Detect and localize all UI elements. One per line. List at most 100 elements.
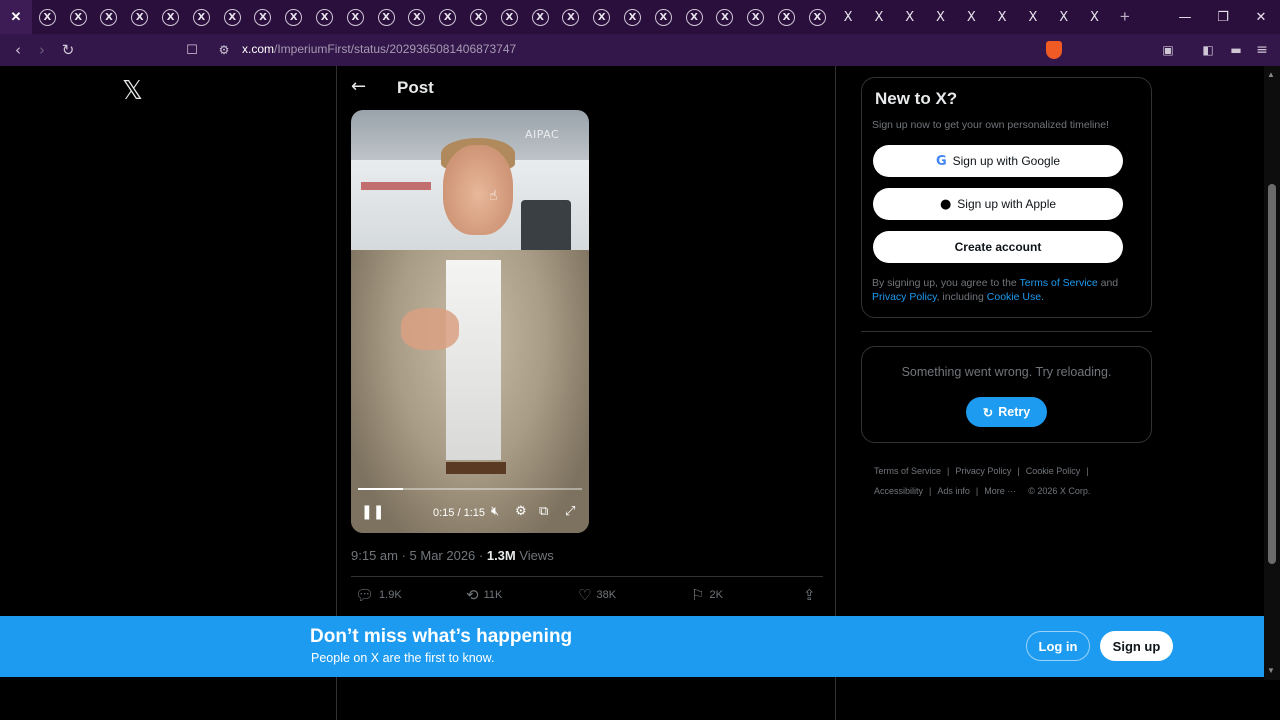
browser-tab[interactable]: X: [186, 0, 217, 34]
footer-ads-link[interactable]: Ads info: [937, 486, 970, 496]
close-window-button[interactable]: ✕: [1242, 0, 1280, 34]
maximize-button[interactable]: ❐: [1204, 0, 1242, 34]
browser-tab[interactable]: X: [771, 0, 802, 34]
scroll-up-icon[interactable]: ▲: [1267, 70, 1275, 79]
browser-tab[interactable]: X: [1048, 0, 1079, 34]
browser-tab[interactable]: X: [586, 0, 617, 34]
media-icon[interactable]: ▣: [1156, 34, 1180, 66]
video-player[interactable]: AIPAC ☝ ❚❚ 0:15 / 1:15 🔇︎ ⚙ ⧉ ⤢: [351, 110, 589, 533]
wallet-icon[interactable]: ▬: [1224, 34, 1248, 66]
active-tab[interactable]: ✕: [0, 0, 32, 34]
reply-button[interactable]: 💬︎ 1.9K: [355, 586, 402, 604]
browser-tab[interactable]: X: [648, 0, 679, 34]
address-bar[interactable]: x.com/ImperiumFirst/status/2029365081406…: [242, 42, 516, 56]
login-button[interactable]: Log in: [1026, 631, 1090, 661]
browser-tab[interactable]: X: [1018, 0, 1049, 34]
create-account-label: Create account: [954, 240, 1042, 254]
close-icon[interactable]: ✕: [11, 9, 22, 25]
browser-tab[interactable]: X: [309, 0, 340, 34]
browser-tab[interactable]: X: [556, 0, 587, 34]
footer-terms-link[interactable]: Terms of Service: [874, 466, 941, 476]
browser-tab[interactable]: X: [32, 0, 63, 34]
settings-icon[interactable]: ⚙: [515, 504, 527, 519]
video-controls: ❚❚ 0:15 / 1:15 🔇︎ ⚙ ⧉ ⤢: [351, 502, 589, 526]
signup-google-button[interactable]: G Sign up with Google: [873, 145, 1123, 177]
post-actions: 💬︎ 1.9K ⟲ 11K ♡ 38K ⚐ 2K ⇪: [351, 586, 823, 608]
privacy-link[interactable]: Privacy Policy: [872, 291, 937, 303]
footer-cookie-link[interactable]: Cookie Policy: [1026, 466, 1081, 476]
bookmark-icon[interactable]: ☐: [180, 34, 204, 66]
footer-accessibility-link[interactable]: Accessibility: [874, 486, 923, 496]
browser-tab[interactable]: X: [217, 0, 248, 34]
share-button[interactable]: ⇪: [803, 586, 816, 604]
picture-in-picture-icon[interactable]: ⧉: [539, 504, 548, 519]
browser-tab[interactable]: X: [679, 0, 710, 34]
x-logo-icon[interactable]: 𝕏: [122, 76, 143, 106]
repost-button[interactable]: ⟲ 11K: [466, 586, 502, 604]
minimize-button[interactable]: —: [1166, 0, 1204, 34]
video-progress-bar[interactable]: [358, 488, 582, 490]
browser-tab[interactable]: X: [94, 0, 125, 34]
cookie-link[interactable]: Cookie Use.: [987, 291, 1044, 303]
signup-apple-button[interactable]: ● Sign up with Apple: [873, 188, 1123, 220]
site-info-icon[interactable]: ⚙: [212, 34, 236, 66]
create-account-button[interactable]: Create account: [873, 231, 1123, 263]
browser-tab[interactable]: X: [1079, 0, 1110, 34]
browser-tab[interactable]: X: [371, 0, 402, 34]
x-favicon-icon: X: [470, 8, 488, 26]
browser-tab[interactable]: X: [740, 0, 771, 34]
retry-button[interactable]: ↻ Retry: [966, 397, 1047, 427]
scroll-down-icon[interactable]: ▼: [1267, 666, 1275, 675]
fullscreen-icon[interactable]: ⤢: [565, 504, 575, 519]
legal-and: and: [1097, 277, 1119, 289]
back-arrow-icon[interactable]: ‹: [6, 34, 30, 66]
footer-privacy-link[interactable]: Privacy Policy: [955, 466, 1011, 476]
post-timestamp[interactable]: 9:15 am · 5 Mar 2026 ·: [351, 548, 487, 563]
browser-tab[interactable]: X: [956, 0, 987, 34]
like-button[interactable]: ♡ 38K: [578, 586, 616, 604]
signup-button[interactable]: Sign up: [1100, 631, 1173, 661]
browser-tab[interactable]: X: [278, 0, 309, 34]
back-arrow-icon[interactable]: ←: [351, 76, 366, 97]
forward-arrow-icon[interactable]: ›: [30, 34, 54, 66]
menu-icon[interactable]: ≡: [1250, 34, 1274, 66]
browser-tab[interactable]: X: [987, 0, 1018, 34]
scrollbar[interactable]: ▲ ▼: [1264, 66, 1280, 680]
browser-tab[interactable]: X: [402, 0, 433, 34]
browser-tab[interactable]: X: [340, 0, 371, 34]
browser-tab[interactable]: X: [248, 0, 279, 34]
browser-tab[interactable]: X: [463, 0, 494, 34]
new-tab-button[interactable]: +: [1110, 0, 1140, 34]
signup-subtitle: Sign up now to get your own personalized…: [872, 119, 1109, 131]
mute-icon[interactable]: 🔇︎: [491, 504, 499, 519]
browser-tab[interactable]: X: [525, 0, 556, 34]
browser-tab[interactable]: X: [864, 0, 895, 34]
bookmark-icon: ⚐: [691, 586, 705, 604]
pause-icon[interactable]: ❚❚: [361, 504, 384, 520]
x-favicon-icon: X: [808, 8, 826, 26]
brave-shield-icon[interactable]: [1046, 41, 1062, 59]
browser-tab[interactable]: X: [925, 0, 956, 34]
browser-tab[interactable]: X: [124, 0, 155, 34]
views-count: 1.3M: [486, 548, 516, 563]
browser-tab[interactable]: X: [894, 0, 925, 34]
x-favicon-icon: X: [439, 8, 457, 26]
x-favicon-icon: X: [997, 9, 1007, 25]
browser-tab[interactable]: X: [802, 0, 833, 34]
x-favicon-icon: X: [936, 9, 945, 25]
scroll-thumb[interactable]: [1268, 184, 1276, 564]
page: 𝕏 ← Post AIPAC ☝ ❚❚ 0:15 / 1:15 🔇︎ ⚙ ⧉ ⤢…: [0, 66, 1264, 720]
footer-more-link[interactable]: More ···: [984, 486, 1016, 496]
browser-tab[interactable]: X: [833, 0, 864, 34]
browser-tab[interactable]: X: [155, 0, 186, 34]
browser-tab[interactable]: X: [494, 0, 525, 34]
browser-tab[interactable]: X: [710, 0, 741, 34]
browser-tab[interactable]: X: [617, 0, 648, 34]
bookmark-button[interactable]: ⚐ 2K: [691, 586, 723, 604]
browser-tab[interactable]: X: [432, 0, 463, 34]
reload-icon[interactable]: ↻: [56, 34, 80, 66]
banner-subtitle: People on X are the first to know.: [311, 651, 495, 665]
browser-tab[interactable]: X: [63, 0, 94, 34]
sidebar-toggle-icon[interactable]: ◧: [1196, 34, 1220, 66]
terms-link[interactable]: Terms of Service: [1020, 277, 1098, 289]
